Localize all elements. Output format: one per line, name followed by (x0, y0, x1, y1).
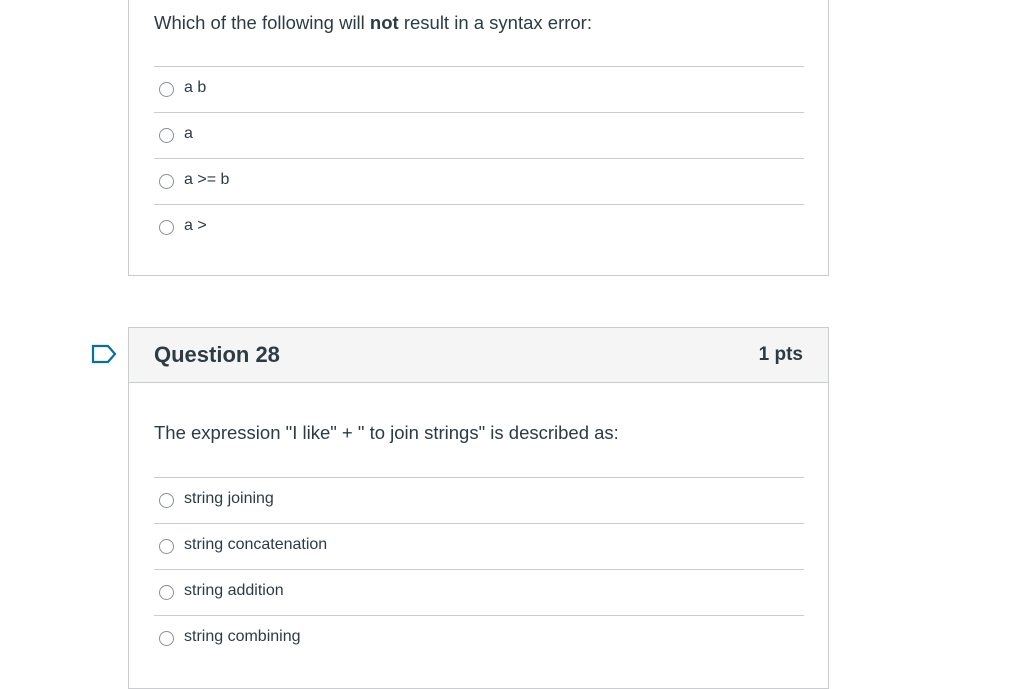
answer-label[interactable]: string addition (184, 582, 284, 600)
question-27-answer-list: a b a a >= b a > (154, 66, 804, 250)
question-28-answer-list: string joining string concatenation stri… (154, 477, 804, 661)
answer-option[interactable]: a >= b (154, 158, 804, 204)
answer-option[interactable]: string combining (154, 615, 804, 661)
answer-option[interactable]: a > (154, 204, 804, 250)
question-title: Question 28 (154, 342, 280, 367)
radio-button[interactable] (159, 128, 174, 143)
flag-question-icon[interactable] (91, 344, 117, 364)
radio-button[interactable] (159, 220, 174, 235)
answer-label[interactable]: string combining (184, 628, 301, 646)
question-27-emphasis: not (369, 12, 399, 33)
question-header: Question 28 1 pts (129, 328, 828, 383)
answer-option[interactable]: string addition (154, 569, 804, 615)
question-27-card: Which of the following will not result i… (128, 0, 829, 276)
answer-label[interactable]: a (184, 125, 193, 143)
answer-label[interactable]: a b (184, 79, 206, 97)
answer-option[interactable]: string joining (154, 477, 804, 523)
answer-label[interactable]: string concatenation (184, 536, 327, 554)
question-points: 1 pts (758, 344, 803, 365)
radio-button[interactable] (159, 82, 174, 97)
answer-option[interactable]: string concatenation (154, 523, 804, 569)
question-28-text: The expression "I like" + " to join stri… (154, 422, 619, 443)
answer-label[interactable]: a >= b (184, 171, 229, 189)
question-27-text: Which of the following will not result i… (154, 12, 592, 33)
answer-option[interactable]: a (154, 112, 804, 158)
answer-label[interactable]: a > (184, 217, 207, 235)
answer-option[interactable]: a b (154, 66, 804, 112)
radio-button[interactable] (159, 174, 174, 189)
radio-button[interactable] (159, 493, 174, 508)
radio-button[interactable] (159, 631, 174, 646)
answer-label[interactable]: string joining (184, 490, 274, 508)
radio-button[interactable] (159, 585, 174, 600)
radio-button[interactable] (159, 539, 174, 554)
question-28-card: Question 28 1 pts The expression "I like… (128, 327, 829, 689)
